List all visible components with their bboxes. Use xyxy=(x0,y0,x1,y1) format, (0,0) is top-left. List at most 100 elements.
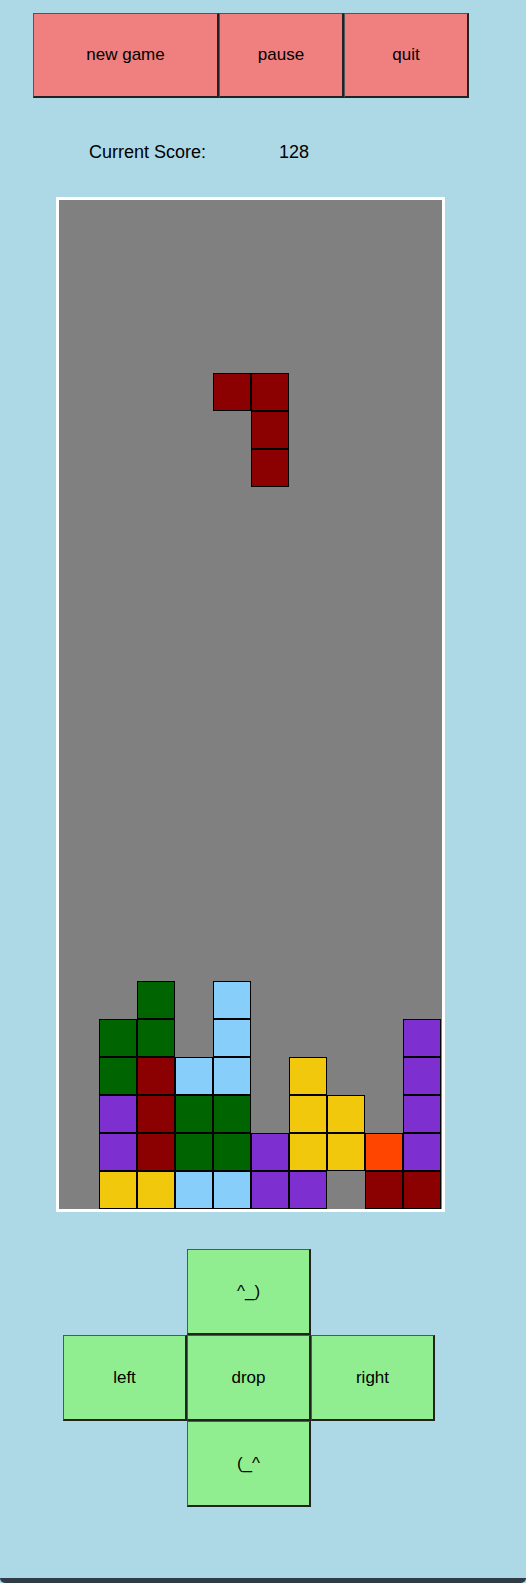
empty-cell xyxy=(327,1057,365,1095)
empty-cell xyxy=(137,197,175,221)
empty-cell xyxy=(365,867,403,905)
empty-cell xyxy=(61,905,99,943)
block-cell xyxy=(175,1095,213,1133)
empty-cell xyxy=(137,563,175,601)
empty-cell xyxy=(137,297,175,335)
empty-cell xyxy=(365,753,403,791)
empty-cell xyxy=(175,677,213,715)
empty-cell xyxy=(289,677,327,715)
empty-cell xyxy=(289,943,327,981)
empty-cell xyxy=(403,335,441,373)
empty-cell xyxy=(289,867,327,905)
empty-cell xyxy=(175,373,213,411)
empty-cell xyxy=(137,335,175,373)
empty-cell xyxy=(289,197,327,221)
empty-cell xyxy=(289,981,327,1019)
menu-button[interactable]: pause xyxy=(219,13,344,98)
empty-cell xyxy=(251,981,289,1019)
empty-cell xyxy=(213,601,251,639)
block-cell xyxy=(327,1095,365,1133)
empty-cell xyxy=(365,373,403,411)
empty-cell xyxy=(327,1171,365,1209)
score-label: Current Score: xyxy=(89,139,206,166)
empty-cell xyxy=(289,525,327,563)
empty-cell xyxy=(137,791,175,829)
empty-cell xyxy=(213,411,251,449)
empty-cell xyxy=(403,373,441,411)
empty-cell xyxy=(251,297,289,335)
empty-cell xyxy=(251,221,289,259)
empty-cell xyxy=(213,449,251,487)
empty-cell xyxy=(175,829,213,867)
block-cell xyxy=(403,1019,441,1057)
empty-cell xyxy=(175,487,213,525)
empty-cell xyxy=(403,411,441,449)
empty-cell xyxy=(61,677,99,715)
empty-cell xyxy=(289,411,327,449)
empty-cell xyxy=(251,943,289,981)
empty-cell xyxy=(327,943,365,981)
empty-cell xyxy=(137,943,175,981)
empty-cell xyxy=(251,487,289,525)
block-cell xyxy=(251,373,289,411)
empty-cell xyxy=(61,373,99,411)
empty-cell xyxy=(289,449,327,487)
empty-cell xyxy=(365,297,403,335)
empty-cell xyxy=(175,259,213,297)
empty-cell xyxy=(99,197,137,221)
empty-cell xyxy=(327,197,365,221)
empty-cell xyxy=(175,715,213,753)
empty-cell xyxy=(365,563,403,601)
control-pad: ^_)leftdropright(_^ xyxy=(63,1249,526,1507)
empty-cell xyxy=(251,1019,289,1057)
block-cell xyxy=(327,1133,365,1171)
empty-cell xyxy=(327,905,365,943)
empty-cell xyxy=(251,525,289,563)
empty-cell xyxy=(327,715,365,753)
empty-cell xyxy=(99,411,137,449)
empty-cell xyxy=(137,753,175,791)
empty-cell xyxy=(251,639,289,677)
empty-cell xyxy=(289,791,327,829)
empty-cell xyxy=(137,411,175,449)
empty-cell xyxy=(137,449,175,487)
block-cell xyxy=(175,1057,213,1095)
block-cell xyxy=(137,1019,175,1057)
empty-cell xyxy=(289,753,327,791)
menu-bar: new gamepausequit xyxy=(0,0,526,98)
empty-cell xyxy=(61,197,99,221)
block-cell xyxy=(251,1133,289,1171)
menu-button[interactable]: new game xyxy=(33,13,219,98)
empty-cell xyxy=(213,639,251,677)
menu-button[interactable]: quit xyxy=(344,13,469,98)
empty-cell xyxy=(61,981,99,1019)
block-cell xyxy=(137,1057,175,1095)
empty-cell xyxy=(175,1019,213,1057)
empty-cell xyxy=(289,639,327,677)
empty-cell xyxy=(289,297,327,335)
empty-cell xyxy=(137,905,175,943)
empty-cell xyxy=(61,943,99,981)
block-cell xyxy=(365,1171,403,1209)
block-cell xyxy=(213,1095,251,1133)
empty-cell xyxy=(327,677,365,715)
empty-cell xyxy=(61,867,99,905)
empty-cell xyxy=(327,221,365,259)
block-cell xyxy=(137,1171,175,1209)
right-button[interactable]: right xyxy=(311,1335,435,1421)
tetris-window: new gamepausequitCurrent Score:128^_)lef… xyxy=(0,0,526,1583)
empty-cell xyxy=(213,525,251,563)
empty-cell xyxy=(289,221,327,259)
empty-cell xyxy=(365,221,403,259)
empty-cell xyxy=(251,753,289,791)
rotate-up-button[interactable]: ^_) xyxy=(187,1249,311,1335)
empty-cell xyxy=(175,791,213,829)
empty-cell xyxy=(289,487,327,525)
empty-cell xyxy=(175,563,213,601)
drop-button[interactable]: drop xyxy=(187,1335,311,1421)
empty-cell xyxy=(251,335,289,373)
empty-cell xyxy=(403,449,441,487)
left-button[interactable]: left xyxy=(63,1335,187,1421)
block-cell xyxy=(175,1133,213,1171)
rotate-down-button[interactable]: (_^ xyxy=(187,1421,311,1507)
